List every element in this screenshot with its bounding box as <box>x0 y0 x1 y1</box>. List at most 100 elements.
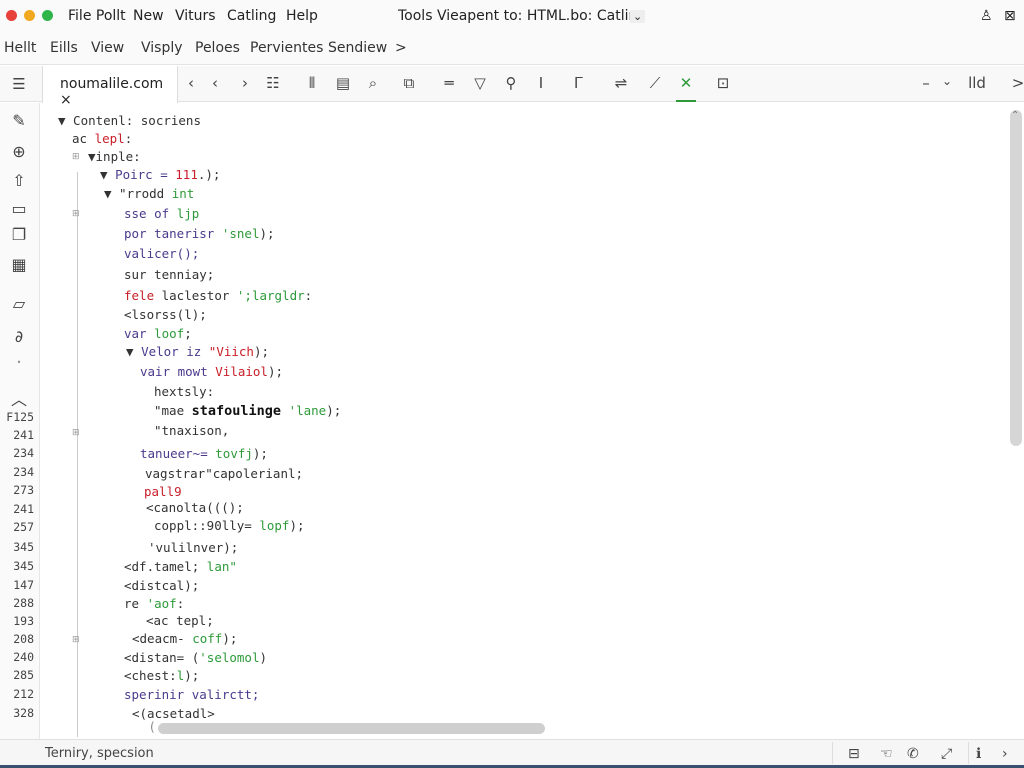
search-icon[interactable]: ⌕ <box>363 74 383 92</box>
menu-help[interactable]: Help <box>286 8 318 24</box>
upload-icon[interactable]: ⇧ <box>8 171 30 190</box>
document-lines-icon[interactable]: ▤ <box>333 74 353 92</box>
chevron-right-icon[interactable]: › <box>1002 746 1008 762</box>
chevron-right-icon[interactable]: › <box>235 74 255 92</box>
maximize-window-button[interactable] <box>42 10 53 21</box>
code-line[interactable]: hextsly: <box>154 384 214 399</box>
scroll-up-icon[interactable]: ⌃ <box>1011 110 1019 121</box>
horizontal-scrollbar[interactable] <box>158 723 545 734</box>
code-token: tanueer~= <box>140 446 216 461</box>
code-line[interactable]: sperinir valirctt; <box>124 687 259 702</box>
code-line[interactable]: <lsorss(l); <box>124 307 207 322</box>
code-line[interactable]: ▼ "rrodd int <box>104 186 194 201</box>
code-line[interactable]: <distan= ('selomol) <box>124 650 267 665</box>
scroll-left-icon[interactable]: ( <box>150 720 155 734</box>
code-line[interactable]: sur tenniay; <box>124 267 214 282</box>
menubar-more[interactable]: > <box>395 40 407 56</box>
code-line[interactable]: "mae stafoulinge 'lane); <box>154 403 341 419</box>
vertical-scrollbar[interactable] <box>1010 110 1022 446</box>
code-line[interactable]: "tnaxison, <box>154 423 229 438</box>
code-line[interactable]: ▼ Contenl: socriens <box>58 113 201 128</box>
code-line[interactable]: vair mowt Vilaiol); <box>140 364 283 379</box>
columns-icon[interactable]: ⫴ <box>302 74 322 92</box>
chevron-down-icon[interactable]: ⌄ <box>937 74 957 88</box>
code-line[interactable]: pall9 <box>144 484 182 499</box>
hamburger-menu-icon[interactable]: ☰ <box>9 75 29 93</box>
menu-catling[interactable]: Catling <box>227 8 276 24</box>
code-line[interactable]: valicer(); <box>124 246 199 261</box>
minimize-window-button[interactable] <box>24 10 35 21</box>
chevron-up-icon[interactable]: ︿ <box>8 386 30 410</box>
code-line[interactable]: 'vulilnver); <box>148 540 238 555</box>
panel-icon[interactable]: ⊟ <box>848 746 860 762</box>
code-line[interactable]: <chest:l); <box>124 668 199 683</box>
tag-icon[interactable]: ▭ <box>8 199 30 218</box>
menu-new[interactable]: New <box>133 8 164 24</box>
minus-icon[interactable]: ═ <box>439 74 459 92</box>
phone-icon[interactable]: ✆ <box>907 746 919 762</box>
brackets-icon[interactable]: Ꮁ <box>569 74 589 92</box>
code-line[interactable]: ▼inple: <box>88 149 141 164</box>
menu-viturs[interactable]: Viturs <box>175 8 216 24</box>
chevron-left-icon[interactable]: ‹ <box>181 74 201 92</box>
code-line[interactable]: var loof; <box>124 326 192 341</box>
expand-icon[interactable]: ⤢ <box>941 746 952 762</box>
fold-icon[interactable]: ⊞ <box>72 152 80 162</box>
tab-close-icon[interactable]: × <box>60 92 72 108</box>
panel-icon[interactable]: ⊡ <box>713 74 733 92</box>
code-line[interactable]: <ac tepl; <box>146 613 214 628</box>
branch-icon[interactable]: ∂ <box>8 327 30 346</box>
line-number: 240 <box>13 650 34 664</box>
menu-file[interactable]: File Pollt <box>68 8 126 24</box>
code-line[interactable]: <(acsetadl> <box>132 706 215 721</box>
code-line[interactable]: sse of ljp <box>124 206 199 221</box>
menubar-item[interactable]: Sendiew <box>328 40 387 56</box>
chevron-left-icon[interactable]: ‹ <box>205 74 225 92</box>
pen-icon[interactable]: ✎ <box>8 111 30 130</box>
hand-icon[interactable]: ☜ <box>880 746 893 762</box>
title-dropdown[interactable]: ⌄ <box>630 10 646 23</box>
close-window-button[interactable] <box>6 10 17 21</box>
menubar-item[interactable]: Peloes <box>195 40 240 56</box>
fold-icon[interactable]: ⊞ <box>72 428 80 438</box>
menubar-item[interactable]: Visply <box>141 40 183 56</box>
text-cursor-icon[interactable]: I <box>531 74 551 92</box>
fold-icon[interactable]: ⊞ <box>72 635 80 645</box>
code-line[interactable]: fele laclestor ';largldr: <box>124 288 312 303</box>
filter-icon[interactable]: ▽ <box>470 74 490 92</box>
fold-icon[interactable]: ⊞ <box>72 209 80 219</box>
info-icon[interactable]: ℹ <box>976 746 981 762</box>
file-copy-icon[interactable]: ⧉ <box>399 74 419 92</box>
menubar-item[interactable]: Eills <box>50 40 78 56</box>
chevron-right-icon[interactable]: > <box>1008 74 1024 92</box>
code-line[interactable]: tanueer~= tovfj); <box>140 446 268 461</box>
code-line[interactable]: ac lepl: <box>72 131 132 146</box>
menubar-item[interactable]: Hellt <box>4 40 36 56</box>
pin-icon[interactable]: ⚲ <box>501 74 521 92</box>
code-line[interactable]: vagstrar"capolerianl; <box>145 466 303 481</box>
menubar-item[interactable]: View <box>91 40 124 56</box>
grid-icon[interactable]: ▦ <box>8 255 30 274</box>
code-line[interactable]: <deacm- coff); <box>132 631 237 646</box>
user-icon[interactable]: ♙ <box>980 8 993 24</box>
code-line[interactable]: ▼ Velor iz "Viich); <box>126 344 269 359</box>
wrap-icon[interactable]: ⇌ <box>611 74 631 92</box>
minus-icon[interactable]: – <box>916 74 936 92</box>
tab-file[interactable]: noumalile.com × <box>42 66 178 108</box>
close-icon[interactable]: ✕ <box>676 74 696 102</box>
globe-icon[interactable]: ⊕ <box>8 142 30 161</box>
layout-label[interactable]: lld <box>962 74 992 92</box>
code-line[interactable]: re 'aof: <box>124 596 184 611</box>
code-line[interactable]: <df.tamel; lan" <box>124 559 237 574</box>
code-line[interactable]: coppl::90lly= lopf); <box>154 518 305 533</box>
close-window-icon[interactable]: ⊠ <box>1004 8 1016 24</box>
list-icon[interactable]: ☷ <box>263 74 283 92</box>
edit-icon[interactable]: ⟋ <box>645 74 665 92</box>
code-line[interactable]: ▼ Poirc = 111.); <box>100 167 220 182</box>
code-line[interactable]: <distcal); <box>124 578 199 593</box>
folder-icon[interactable]: ▱ <box>8 294 30 313</box>
menubar-item[interactable]: Pervientes <box>250 40 323 56</box>
files-icon[interactable]: ❐ <box>8 225 30 244</box>
code-line[interactable]: <canolta(((); <box>146 500 244 515</box>
code-line[interactable]: por tanerisr 'snel); <box>124 226 275 241</box>
